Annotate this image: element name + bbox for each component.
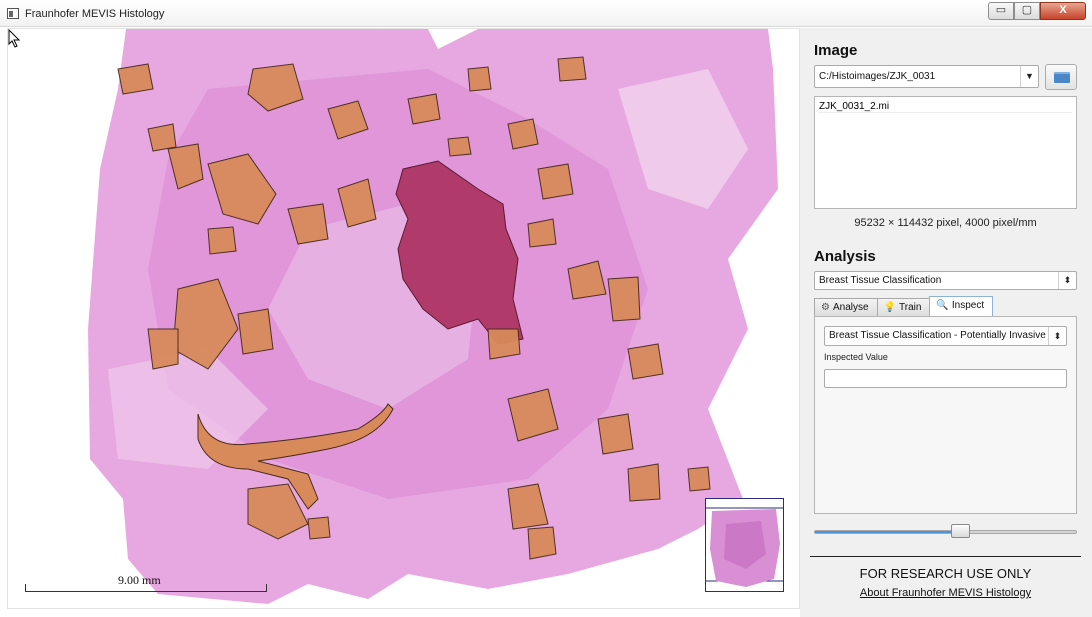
opacity-slider[interactable] bbox=[814, 530, 1077, 534]
magnifier-icon: 🔍 bbox=[936, 300, 949, 311]
tab-inspect-label: Inspect bbox=[951, 300, 985, 311]
about-link[interactable]: About Fraunhofer MEVIS Histology bbox=[814, 587, 1077, 599]
image-dimensions: 95232 × 114432 pixel, 4000 pixel/mm bbox=[854, 217, 1037, 229]
gear-icon: ⚙ bbox=[821, 302, 830, 313]
spinner-arrows-icon: ⬍ bbox=[1048, 327, 1066, 345]
close-button[interactable]: X bbox=[1040, 2, 1086, 20]
minimap-thumbnail bbox=[706, 507, 783, 587]
slide-viewer[interactable]: 9.00 mm bbox=[7, 28, 800, 609]
research-use-notice: FOR RESEARCH USE ONLY bbox=[859, 566, 1032, 581]
histology-slide-image bbox=[88, 29, 778, 604]
maximize-button[interactable]: ▢ bbox=[1014, 2, 1040, 20]
file-list[interactable]: ZJK_0031_2.mi bbox=[814, 96, 1077, 209]
browse-folder-button[interactable] bbox=[1045, 64, 1077, 90]
file-list-item[interactable]: ZJK_0031_2.mi bbox=[819, 100, 1072, 113]
directory-value: C:/Histoimages/ZJK_0031 bbox=[819, 71, 936, 82]
lightbulb-icon: 💡 bbox=[883, 302, 896, 313]
directory-combo[interactable]: C:/Histoimages/ZJK_0031 ▼ bbox=[814, 65, 1039, 88]
control-panel: Image C:/Histoimages/ZJK_0031 ▼ ZJK_0031… bbox=[800, 28, 1092, 617]
inspect-tab-panel: Breast Tissue Classification - Potential… bbox=[814, 316, 1077, 514]
tab-train-label: Train bbox=[899, 302, 922, 313]
scalebar bbox=[25, 584, 267, 592]
inspected-value-label: Inspected Value bbox=[824, 352, 888, 362]
tab-inspect[interactable]: 🔍 Inspect bbox=[929, 296, 994, 316]
overview-minimap[interactable] bbox=[705, 498, 784, 592]
slider-handle[interactable] bbox=[951, 524, 970, 538]
analysis-tabs: ⚙ Analyse 💡 Train 🔍 Inspect bbox=[814, 296, 994, 317]
spinner-arrows-icon: ⬍ bbox=[1058, 272, 1076, 289]
window-title: Fraunhofer MEVIS Histology bbox=[25, 8, 165, 20]
chevron-down-icon: ▼ bbox=[1020, 66, 1038, 87]
tab-analyse-label: Analyse bbox=[832, 302, 869, 313]
tab-analyse[interactable]: ⚙ Analyse bbox=[814, 298, 878, 316]
folder-icon bbox=[1054, 72, 1070, 83]
inspect-class-value: Breast Tissue Classification - Potential… bbox=[829, 330, 1046, 341]
divider bbox=[810, 556, 1081, 557]
analysis-section-title: Analysis bbox=[814, 248, 876, 265]
analysis-method-select[interactable]: Breast Tissue Classification ⬍ bbox=[814, 271, 1077, 290]
inspect-class-select[interactable]: Breast Tissue Classification - Potential… bbox=[824, 326, 1067, 346]
title-bar: Fraunhofer MEVIS Histology ▭ ▢ X bbox=[0, 0, 1092, 27]
minimize-button[interactable]: ▭ bbox=[988, 2, 1014, 20]
app-icon bbox=[7, 8, 19, 19]
slider-fill bbox=[815, 531, 961, 533]
inspected-value-field[interactable] bbox=[824, 369, 1067, 388]
tab-train[interactable]: 💡 Train bbox=[876, 298, 931, 316]
mouse-cursor-icon bbox=[8, 29, 21, 48]
window-controls: ▭ ▢ X bbox=[988, 2, 1086, 20]
image-section-title: Image bbox=[814, 42, 858, 59]
analysis-method-value: Breast Tissue Classification bbox=[819, 275, 942, 286]
